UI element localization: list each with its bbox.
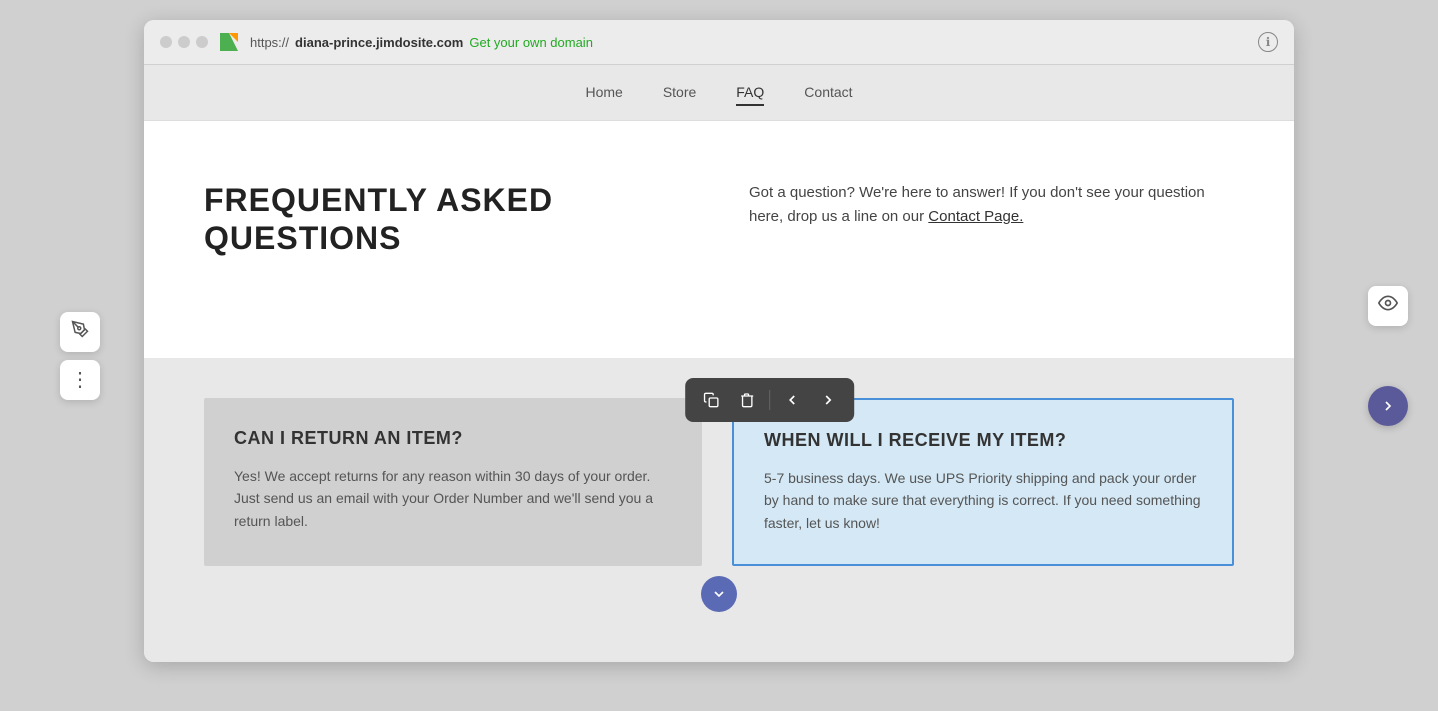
faq-card-return[interactable]: CAN I RETURN AN ITEM? Yes! We accept ret… — [204, 398, 702, 566]
dot-minimize — [178, 36, 190, 48]
browser-logo — [220, 33, 238, 51]
toolbar-divider — [769, 390, 770, 410]
site-navigation: Home Store FAQ Contact — [144, 65, 1294, 121]
nav-contact[interactable]: Contact — [804, 80, 852, 106]
hero-section: FREQUENTLY ASKED QUESTIONS Got a questio… — [204, 181, 1234, 258]
nav-items: Home Store FAQ Contact — [585, 80, 852, 106]
get-domain-link[interactable]: Get your own domain — [469, 35, 593, 50]
faq-section: CAN I RETURN AN ITEM? Yes! We accept ret… — [144, 358, 1294, 662]
pen-tool-button[interactable] — [60, 312, 100, 352]
page-title: FREQUENTLY ASKED QUESTIONS — [204, 181, 689, 258]
browser-chrome: https:// diana-prince.jimdosite.com Get y… — [144, 20, 1294, 65]
more-options-button[interactable]: ⋮ — [60, 360, 100, 400]
url-domain: diana-prince.jimdosite.com — [295, 35, 463, 50]
toolbar-next-button[interactable] — [812, 384, 844, 416]
faq-cards: CAN I RETURN AN ITEM? Yes! We accept ret… — [204, 398, 1234, 566]
floating-toolbar — [685, 378, 854, 422]
faq-card-shipping-title: WHEN WILL I RECEIVE MY ITEM? — [764, 430, 1202, 451]
nav-faq[interactable]: FAQ — [736, 80, 764, 106]
toolbar-delete-button[interactable] — [731, 384, 763, 416]
scroll-indicator — [204, 566, 1234, 622]
browser-dots — [160, 36, 208, 48]
faq-card-shipping[interactable]: WHEN WILL I RECEIVE MY ITEM? 5-7 busines… — [732, 398, 1234, 566]
info-icon[interactable]: ℹ — [1258, 32, 1278, 52]
browser-window: https:// diana-prince.jimdosite.com Get y… — [144, 20, 1294, 662]
nav-home[interactable]: Home — [585, 80, 622, 106]
next-page-button[interactable] — [1368, 386, 1408, 426]
eye-icon — [1378, 293, 1398, 318]
address-bar[interactable]: https:// diana-prince.jimdosite.com Get y… — [250, 35, 1246, 50]
pen-icon — [71, 320, 89, 343]
left-sidebar: ⋮ — [60, 312, 100, 400]
hero-description: Got a question? We're here to answer! If… — [749, 181, 1234, 229]
contact-page-link[interactable]: Contact Page. — [928, 208, 1023, 225]
right-sidebar — [1368, 286, 1408, 426]
site-content: FREQUENTLY ASKED QUESTIONS Got a questio… — [144, 121, 1294, 358]
url-prefix: https:// — [250, 35, 289, 50]
dot-maximize — [196, 36, 208, 48]
faq-card-return-title: CAN I RETURN AN ITEM? — [234, 428, 672, 449]
toolbar-prev-button[interactable] — [776, 384, 808, 416]
scroll-down-button[interactable] — [701, 576, 737, 612]
ellipsis-icon: ⋮ — [70, 367, 90, 392]
preview-button[interactable] — [1368, 286, 1408, 326]
toolbar-copy-button[interactable] — [695, 384, 727, 416]
faq-card-return-body: Yes! We accept returns for any reason wi… — [234, 465, 672, 532]
nav-store[interactable]: Store — [663, 80, 696, 106]
faq-card-shipping-body: 5-7 business days. We use UPS Priority s… — [764, 467, 1202, 534]
dot-close — [160, 36, 172, 48]
